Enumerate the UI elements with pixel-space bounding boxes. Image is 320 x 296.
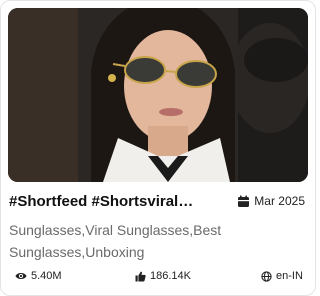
calendar-icon: [237, 195, 250, 208]
video-card[interactable]: #Shortfeed #Shortsviral… Mar 2025 Sungla…: [0, 0, 316, 296]
likes-stat: 186.14K: [135, 270, 191, 282]
language-code: en-IN: [276, 270, 303, 282]
eye-icon: [15, 271, 27, 281]
views-stat: 5.40M: [15, 270, 62, 282]
video-stats: 5.40M 186.14K en-IN: [1, 270, 315, 284]
globe-icon: [261, 270, 272, 282]
publish-date: Mar 2025: [237, 194, 305, 208]
likes-count: 186.14K: [150, 270, 191, 282]
thumbs-up-icon: [135, 271, 146, 282]
video-tags: Sunglasses,Viral Sunglasses,Best Sunglas…: [9, 222, 222, 260]
language-stat: en-IN: [261, 270, 303, 282]
video-thumbnail[interactable]: [8, 8, 308, 182]
views-count: 5.40M: [31, 270, 62, 282]
thumbnail-image: [8, 8, 308, 182]
video-title[interactable]: #Shortfeed #Shortsviral…: [9, 193, 229, 210]
publish-date-text: Mar 2025: [254, 194, 305, 208]
